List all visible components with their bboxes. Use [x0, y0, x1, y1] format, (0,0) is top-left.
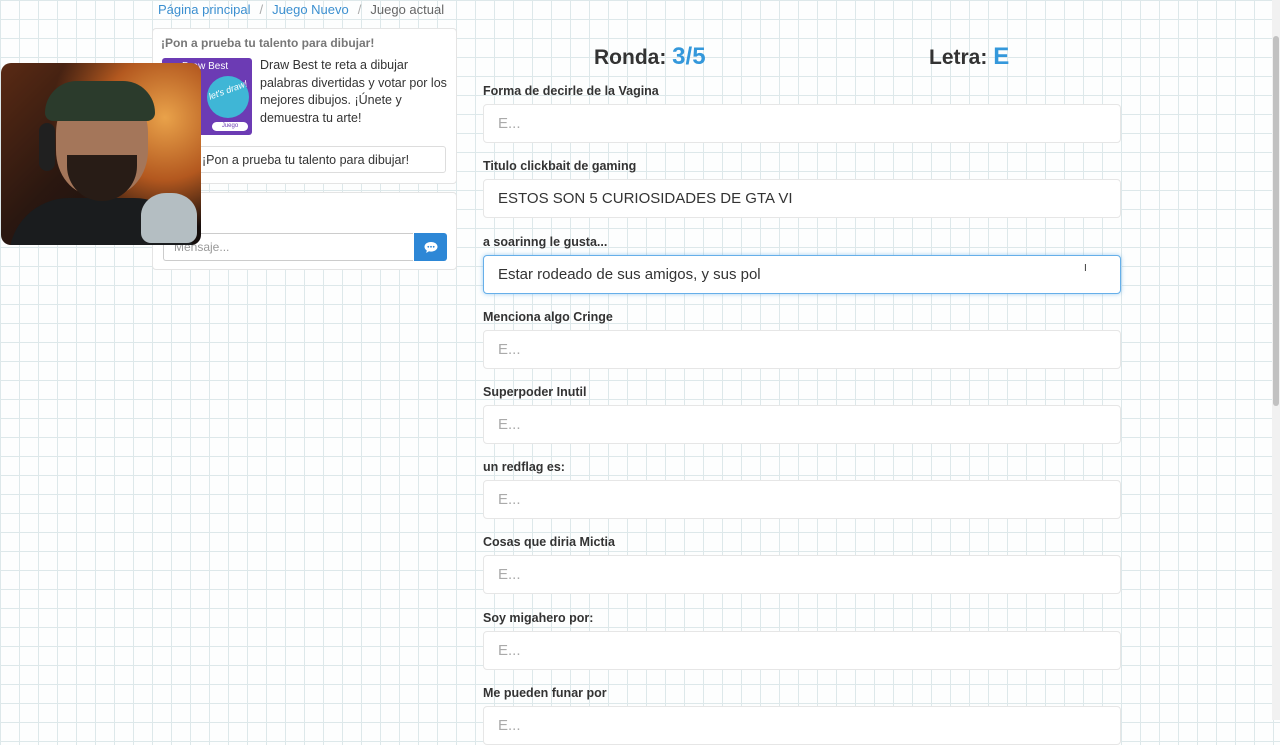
- answer-label: Superpoder Inutil: [483, 385, 587, 399]
- promo-thumbnail-badge: Juego: [212, 122, 248, 131]
- answer-field: Soy migahero por:: [483, 611, 1121, 670]
- answer-field: Me pueden funar por: [483, 686, 1121, 745]
- answer-label: un redflag es:: [483, 460, 565, 474]
- text-cursor-icon: I: [1084, 263, 1087, 274]
- answer-label: a soarinng le gusta...: [483, 235, 608, 249]
- webcam-overlay: [1, 63, 201, 245]
- answer-field: Superpoder Inutil: [483, 385, 1121, 444]
- answer-input[interactable]: [483, 104, 1121, 143]
- promo-button[interactable]: ¡Pon a prueba tu talento para dibujar!: [161, 146, 446, 173]
- answer-label: Menciona algo Cringe: [483, 310, 613, 324]
- webcam-cap: [45, 81, 155, 121]
- answer-field: un redflag es:: [483, 460, 1121, 519]
- answer-label: Cosas que diria Mictia: [483, 535, 615, 549]
- speech-bubble-icon: [424, 241, 437, 253]
- letter-label: Letra:: [929, 46, 988, 69]
- breadcrumb-separator: /: [357, 2, 362, 17]
- round-value: 3/5: [672, 43, 706, 70]
- answer-label: Titulo clickbait de gaming: [483, 159, 637, 173]
- answer-input[interactable]: [483, 405, 1121, 444]
- answer-input[interactable]: [483, 706, 1121, 745]
- microphone-icon: [141, 193, 197, 243]
- answer-input[interactable]: [483, 631, 1121, 670]
- promo-heading: ¡Pon a prueba tu talento para dibujar!: [161, 36, 375, 50]
- answer-field: Menciona algo Cringe: [483, 310, 1121, 369]
- answer-label: Me pueden funar por: [483, 686, 607, 700]
- chat-send-button[interactable]: [414, 233, 447, 261]
- answer-input[interactable]: [483, 555, 1121, 594]
- breadcrumb-home-link[interactable]: Página principal: [158, 2, 251, 17]
- answer-input[interactable]: [483, 480, 1121, 519]
- answer-input[interactable]: [483, 179, 1121, 218]
- breadcrumb-separator: /: [259, 2, 264, 17]
- letter-value: E: [993, 43, 1010, 70]
- answer-field: Titulo clickbait de gaming: [483, 159, 1121, 218]
- promo-thumbnail-art: let's draw!: [207, 76, 249, 118]
- webcam-beard: [67, 155, 137, 201]
- breadcrumb-new-game-link[interactable]: Juego Nuevo: [272, 2, 349, 17]
- breadcrumb: Página principal / Juego Nuevo / Juego actua…: [158, 2, 444, 17]
- answer-input[interactable]: [483, 330, 1121, 369]
- round-label: Ronda:: [594, 46, 667, 69]
- letter-indicator: Letra: E: [929, 43, 1009, 71]
- answer-label: Soy migahero por:: [483, 611, 594, 625]
- answer-field: Forma de decirle de la Vagina: [483, 84, 1121, 143]
- headphone-icon: [39, 123, 55, 171]
- answer-label: Forma de decirle de la Vagina: [483, 84, 659, 98]
- page-scrollbar[interactable]: [1272, 0, 1280, 720]
- answer-field: Cosas que diria Mictia: [483, 535, 1121, 594]
- promo-description: Draw Best te reta a dibujar palabras div…: [260, 58, 447, 125]
- answer-field: a soarinng le gusta...: [483, 235, 1121, 294]
- answer-input-focused[interactable]: [483, 255, 1121, 294]
- scrollbar-thumb[interactable]: [1273, 36, 1279, 406]
- breadcrumb-current: Juego actual: [370, 2, 445, 17]
- promo-thumbnail-art-text: let's draw!: [207, 78, 249, 102]
- round-indicator: Ronda: 3/5: [594, 43, 706, 71]
